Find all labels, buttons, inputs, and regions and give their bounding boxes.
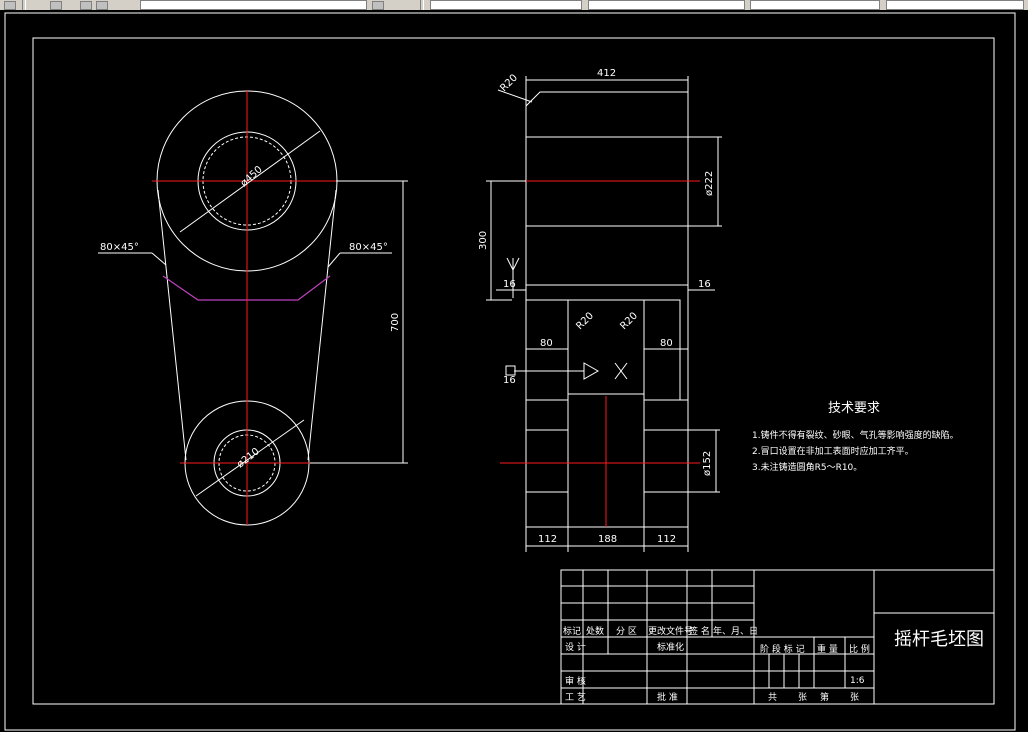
tb-design: 设 计 xyxy=(565,641,586,653)
chamfer-right-label: 80×45° xyxy=(349,242,388,253)
linetype-dropdown[interactable] xyxy=(588,0,745,10)
tech-req-item-1: 1.铸件不得有裂纹、砂眼、气孔等影响强度的缺陷。 xyxy=(752,429,959,441)
tech-req-item-3: 3.未注铸造圆角R5～R10。 xyxy=(752,461,862,473)
tb-label-date: 年、月、日 xyxy=(713,625,758,637)
bottom-hub-right-upper xyxy=(643,399,689,431)
tb-label-change-doc: 更改文件号 xyxy=(648,625,693,637)
section-cut-mark-a xyxy=(506,257,514,271)
right-web-section xyxy=(643,299,681,401)
bottom-right-label: 112 xyxy=(657,534,676,545)
chamfer-right-leader xyxy=(327,252,341,268)
top-hub-upper-section xyxy=(525,91,689,138)
engineering-drawing: 80×45° 80×45° ø450 ø210 700 412 R20 ø222… xyxy=(4,12,1016,731)
tb-approve: 批 准 xyxy=(657,691,678,703)
tb-sheet-unit2: 张 xyxy=(850,692,859,703)
tb-label-mark: 标记 xyxy=(563,625,581,637)
layer-dropdown[interactable] xyxy=(140,0,367,10)
tb-weight: 重 量 xyxy=(817,643,838,655)
bore-top-label: ø222 xyxy=(704,171,715,196)
offset-right-label: 16 xyxy=(698,279,711,290)
tb-label-count: 处数 xyxy=(586,625,604,637)
radius-inner-2-label: R20 xyxy=(618,310,640,332)
left-step-label: 16 xyxy=(503,375,516,386)
linetype-icon[interactable] xyxy=(96,1,108,10)
color-icon[interactable] xyxy=(80,1,92,10)
bottom-bore-right xyxy=(643,429,689,493)
toolbar-separator xyxy=(420,0,424,10)
front-view: 80×45° 80×45° ø450 ø210 700 xyxy=(98,90,408,526)
datum-box xyxy=(505,365,516,376)
tb-scale-value: 1:6 xyxy=(850,676,865,686)
drawing-name: 摇杆毛坯图 xyxy=(894,629,984,650)
section-view: 412 R20 ø222 300 16 16 R20 R20 80 80 16 … xyxy=(478,68,722,552)
tb-sheet-no: 第 xyxy=(820,691,829,703)
width-top-label: 412 xyxy=(597,68,616,79)
title-block: 标记 处数 分 区 更改文件号 签 名 年、月、日 设 计 标准化 审 核 工 … xyxy=(560,569,995,705)
radius-top-label: R20 xyxy=(498,72,520,94)
height-300-label: 300 xyxy=(478,231,489,250)
tb-label-sign: 签 名 xyxy=(689,625,710,637)
bottom-hub-left-lower xyxy=(525,491,569,528)
plotstyle-dropdown[interactable] xyxy=(886,0,1024,10)
color-dropdown[interactable] xyxy=(430,0,582,10)
tb-standardize: 标准化 xyxy=(657,641,684,653)
left-web-section xyxy=(525,299,569,401)
tb-process: 工 艺 xyxy=(565,692,586,703)
center-distance-label: 700 xyxy=(390,313,401,332)
lineweight-dropdown[interactable] xyxy=(750,0,880,10)
bottom-left-label: 112 xyxy=(538,534,557,545)
file-icon[interactable] xyxy=(4,1,16,10)
bottom-hub-right-lower xyxy=(643,491,689,528)
technical-requirements: 技术要求 1.铸件不得有裂纹、砂眼、气孔等影响强度的缺陷。 2.冒口设置在非加工… xyxy=(752,401,959,473)
view-arrow xyxy=(583,362,600,380)
bottom-mid-label: 188 xyxy=(598,534,617,545)
undo-icon[interactable] xyxy=(372,1,384,10)
top-hub-lower-section xyxy=(525,225,689,286)
tb-review: 审 核 xyxy=(565,675,586,687)
tech-req-title: 技术要求 xyxy=(828,401,880,416)
tb-stage-mark: 阶 段 标 记 xyxy=(760,643,805,655)
bore-bottom-label: ø152 xyxy=(702,451,713,476)
radius-inner-1-label: R20 xyxy=(574,310,596,332)
tb-scale: 比 例 xyxy=(849,643,870,655)
toolbar-separator xyxy=(22,0,26,10)
tb-sheets-unit: 张 xyxy=(798,692,807,703)
tb-label-zone: 分 区 xyxy=(616,626,637,637)
tech-req-item-2: 2.冒口设置在非加工表面时应加工齐平。 xyxy=(752,445,914,457)
chamfer-left-leader xyxy=(151,252,167,266)
offset-left-label: 16 xyxy=(503,279,516,290)
chamfer-left-label: 80×45° xyxy=(100,242,139,253)
web-right-label: 80 xyxy=(660,338,673,349)
section-cut-mark-b xyxy=(512,257,520,271)
tb-sheets-total: 共 xyxy=(768,692,777,703)
bottom-bore-label: ø210 xyxy=(235,446,262,470)
bottom-hub-left-upper xyxy=(525,399,569,431)
bottom-bore-left xyxy=(525,429,569,493)
web-left-label: 80 xyxy=(540,338,553,349)
layer-icon[interactable] xyxy=(50,1,62,10)
drawing-canvas[interactable]: 80×45° 80×45° ø450 ø210 700 412 R20 ø222… xyxy=(0,10,1028,732)
top-bore-label: ø450 xyxy=(239,164,265,189)
sheet-border xyxy=(4,12,1016,731)
